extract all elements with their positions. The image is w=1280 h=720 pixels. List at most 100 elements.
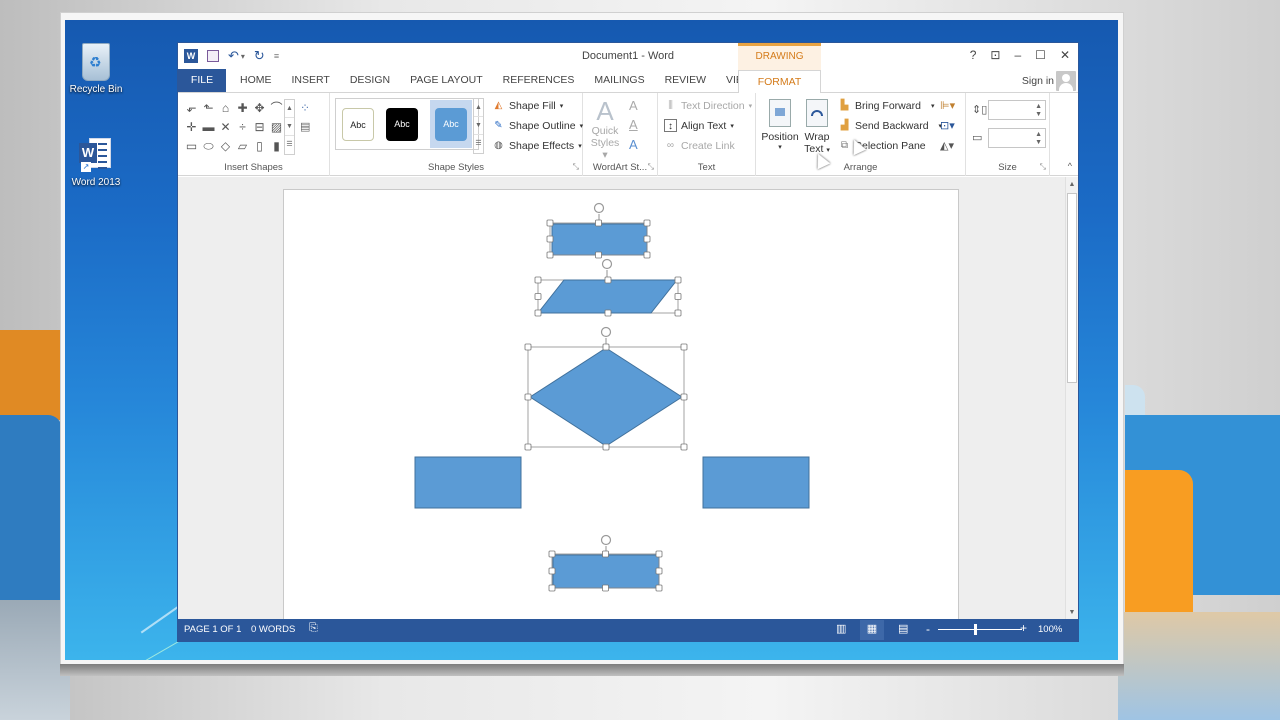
scroll-down-icon[interactable]: ▼ [1066, 607, 1078, 619]
quick-styles-button[interactable]: A Quick Styles ▾ [589, 97, 621, 161]
more-icon[interactable]: ☰ [285, 136, 294, 154]
tab-file[interactable]: FILE [178, 69, 226, 92]
resize-handle[interactable] [524, 393, 532, 401]
group-objects-icon[interactable]: ⊡▾ [940, 119, 955, 132]
resize-handle[interactable] [534, 309, 542, 317]
rotate-handle-icon[interactable] [593, 202, 605, 214]
scroll-up-icon[interactable]: ▲ [1066, 179, 1078, 191]
tab-home[interactable]: HOME [226, 69, 282, 92]
tab-design[interactable]: DESIGN [340, 69, 400, 92]
spin-down-icon[interactable]: ▼ [1035, 111, 1042, 119]
ribbon-display-options-icon[interactable]: ⊡ [990, 48, 1000, 62]
dialog-launcher-icon[interactable]: ⤡ [648, 162, 654, 172]
resize-handle[interactable] [643, 251, 651, 259]
desktop-icon-recycle-bin[interactable]: Recycle Bin [61, 43, 131, 95]
dialog-launcher-icon[interactable]: ⤡ [1040, 162, 1046, 172]
resize-handle[interactable] [524, 443, 532, 451]
spin-down-icon[interactable]: ▼ [1035, 139, 1042, 147]
scrollbar-thumb[interactable] [1067, 193, 1077, 383]
resize-handle[interactable] [655, 584, 663, 592]
zoom-slider[interactable] [938, 629, 1022, 630]
page-count[interactable]: PAGE 1 OF 1 [184, 624, 241, 635]
maximize-icon[interactable]: ☐ [1035, 48, 1046, 62]
tab-review[interactable]: REVIEW [655, 69, 716, 92]
resize-handle[interactable] [674, 293, 682, 300]
shape-option-13[interactable]: ⬭ [200, 137, 217, 156]
shape-fill-button[interactable]: ◭ Shape Fill ▾ [492, 99, 564, 112]
text-effects-icon[interactable]: A [629, 137, 638, 152]
resize-handle[interactable] [680, 443, 688, 451]
shape-option-6[interactable]: ✛ [183, 118, 200, 137]
process-left[interactable] [414, 456, 522, 509]
tab-page-layout[interactable]: PAGE LAYOUT [400, 69, 493, 92]
resize-handle[interactable] [595, 251, 602, 259]
rotate-icon[interactable]: ◭▾ [940, 139, 954, 152]
more-icon[interactable]: ☰ [474, 135, 483, 153]
sign-in-link[interactable]: Sign in [1022, 75, 1054, 87]
zoom-slider-thumb[interactable] [974, 624, 977, 635]
document-page[interactable] [283, 189, 959, 621]
shape-option-0[interactable]: ⬐ [183, 99, 200, 118]
dialog-launcher-icon[interactable]: ⤡ [573, 162, 579, 172]
shape-height-input[interactable]: ▲ ▼ [988, 100, 1046, 120]
text-outline-icon[interactable]: A [629, 117, 638, 132]
shape-option-5[interactable]: ⌒ [268, 99, 285, 118]
resize-handle[interactable] [546, 251, 554, 259]
zoom-level[interactable]: 100% [1038, 624, 1062, 635]
close-icon[interactable]: ✕ [1060, 48, 1070, 62]
resize-handle[interactable] [680, 343, 688, 351]
text-direction-button[interactable]: ⫼ Text Direction ▾ [664, 99, 752, 112]
scroll-down-icon[interactable]: ▼ [474, 117, 483, 135]
word-count[interactable]: 0 WORDS [251, 624, 295, 635]
styles-gallery-scroll[interactable]: ▲ ▼ ☰ [473, 98, 484, 154]
resize-handle[interactable] [548, 567, 556, 575]
shape-option-9[interactable]: ÷ [234, 118, 251, 137]
resize-handle[interactable] [674, 309, 682, 317]
resize-handle[interactable] [655, 550, 663, 558]
input-output[interactable] [534, 258, 682, 317]
shape-option-11[interactable]: ▨ [268, 118, 285, 137]
shape-option-15[interactable]: ▱ [234, 137, 251, 156]
zoom-in-button[interactable]: + [1020, 621, 1027, 635]
resize-handle[interactable] [643, 235, 651, 243]
proofing-icon[interactable]: ⎘ [309, 622, 318, 635]
minimize-icon[interactable]: – [1014, 48, 1021, 62]
scroll-down-icon[interactable]: ▼ [285, 118, 294, 136]
create-link-button[interactable]: ∞ Create Link [664, 139, 735, 152]
shape-outline-button[interactable]: ✎ Shape Outline ▾ [492, 119, 583, 132]
rotate-handle-icon[interactable] [601, 258, 613, 270]
resize-handle[interactable] [534, 276, 542, 284]
resize-handle[interactable] [655, 567, 663, 575]
read-mode-icon[interactable]: ▥ [836, 622, 846, 635]
resize-handle[interactable] [548, 584, 556, 592]
bring-forward-button[interactable]: ▙ Bring Forward ▾ [838, 99, 935, 112]
resize-handle[interactable] [643, 219, 651, 227]
shape-style-option-selected[interactable]: Abc [430, 100, 472, 148]
tab-insert[interactable]: INSERT [282, 69, 340, 92]
rotate-handle-icon[interactable] [600, 534, 612, 546]
process-box-bottom[interactable] [548, 534, 663, 592]
align-icon[interactable]: ⊫▾ [940, 99, 955, 112]
resize-handle[interactable] [602, 443, 610, 451]
text-box-icon[interactable]: ▤ [300, 120, 310, 133]
spin-up-icon[interactable]: ▲ [1035, 103, 1042, 111]
web-layout-icon[interactable]: ▤ [898, 622, 908, 635]
shape-option-4[interactable]: ✥ [251, 99, 268, 118]
shape-option-2[interactable]: ⌂ [217, 99, 234, 118]
send-backward-button[interactable]: ▟ Send Backward ▾ [838, 119, 942, 132]
desktop-icon-word-2013[interactable]: W ↗ Word 2013 [61, 138, 131, 188]
help-icon[interactable]: ? [970, 48, 977, 62]
shapes-gallery-scroll[interactable]: ▲ ▼ ☰ [284, 99, 295, 155]
shape-option-14[interactable]: ◇ [217, 137, 234, 156]
shape-style-option[interactable]: Abc [386, 107, 418, 141]
spin-up-icon[interactable]: ▲ [1035, 131, 1042, 139]
shape-option-17[interactable]: ▮ [268, 137, 285, 156]
decision[interactable] [524, 326, 688, 451]
shape-option-16[interactable]: ▯ [251, 137, 268, 156]
print-layout-icon[interactable]: ▦ [860, 620, 884, 640]
shape-width-input[interactable]: ▲ ▼ [988, 128, 1046, 148]
shape-option-10[interactable]: ⊟ [251, 118, 268, 137]
zoom-out-button[interactable]: - [926, 622, 930, 636]
edit-shape-icon[interactable]: ⁘ [300, 101, 310, 115]
tab-format[interactable]: FORMAT [738, 70, 821, 94]
